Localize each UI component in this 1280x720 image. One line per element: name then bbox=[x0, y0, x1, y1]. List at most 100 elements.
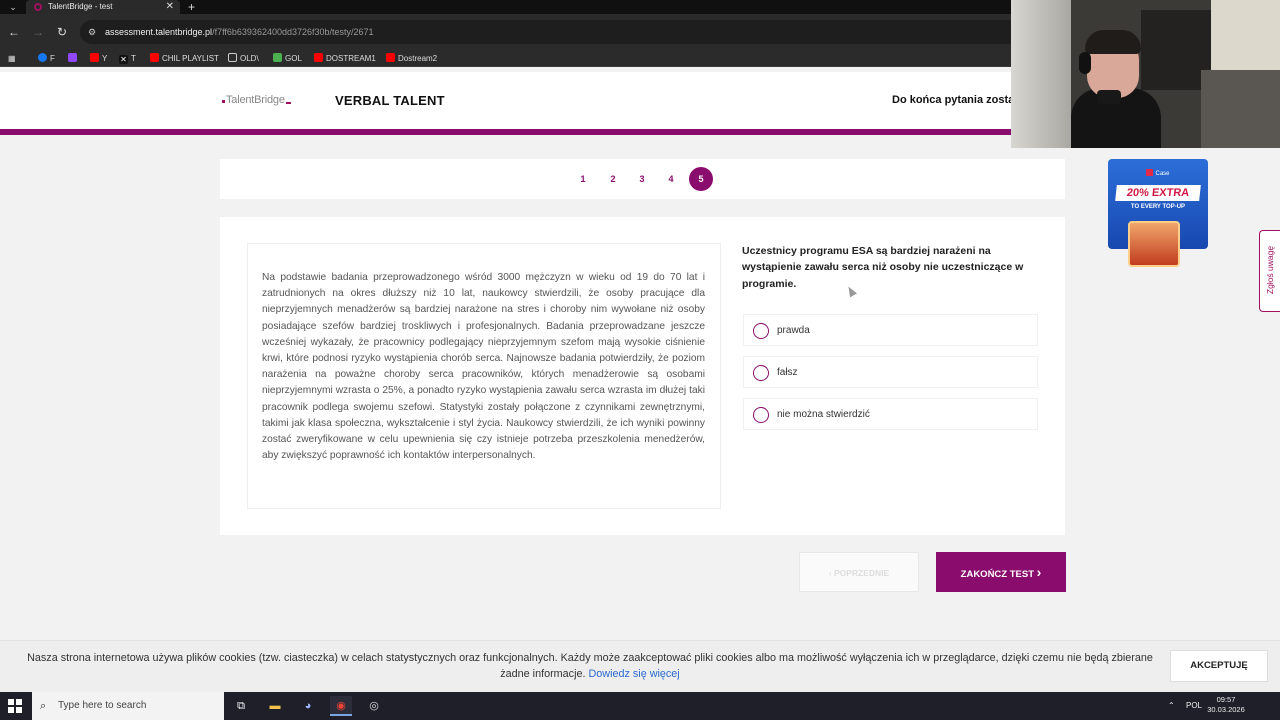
radio-button[interactable] bbox=[753, 407, 769, 423]
logo-bar-icon bbox=[285, 102, 291, 104]
question-nav-item-3[interactable]: 3 bbox=[630, 167, 654, 191]
cookie-learn-more-link[interactable]: Dowiedz się więcej bbox=[589, 668, 680, 680]
task-view-icon[interactable]: ⧉ bbox=[230, 696, 252, 716]
bookmark-label: F bbox=[50, 54, 55, 63]
bookmark-label: DOSTREAM1 bbox=[326, 54, 376, 63]
answer-option-false[interactable]: fałsz bbox=[743, 356, 1038, 388]
bookmark-label: GOL bbox=[285, 54, 302, 63]
x-logo-icon: ✕ bbox=[119, 55, 128, 64]
bookmark-folder-old[interactable]: OLD\ bbox=[228, 52, 259, 65]
logo-dot-icon bbox=[222, 100, 225, 103]
twitch-icon bbox=[68, 53, 77, 62]
language-indicator[interactable]: POL bbox=[1186, 700, 1202, 712]
ad-headline: 20% EXTRA bbox=[1115, 185, 1201, 201]
url-text[interactable]: assessment.talentbridge.pl/f7ff6b6393624… bbox=[105, 26, 374, 38]
bookmark-dostream1[interactable]: DOSTREAM1 bbox=[314, 52, 376, 65]
question-nav-item-4[interactable]: 4 bbox=[659, 167, 683, 191]
cookie-banner: Nasza strona internetowa używa plików co… bbox=[0, 640, 1280, 692]
reload-icon[interactable]: ↻ bbox=[54, 24, 70, 40]
tray-chevron-icon[interactable]: ⌃ bbox=[1168, 700, 1175, 712]
feedback-label: Zgłoś uwagę bbox=[1265, 245, 1275, 295]
back-arrow-icon[interactable]: ← bbox=[6, 24, 22, 40]
bookmark-dostream2[interactable]: Dostream2 bbox=[386, 52, 437, 65]
chevron-right-icon: › bbox=[1036, 564, 1042, 580]
option-label: prawda bbox=[777, 325, 810, 336]
answer-option-true[interactable]: prawda bbox=[743, 314, 1038, 346]
webcam-couch-bg bbox=[1201, 70, 1280, 148]
tab-close-icon[interactable]: ✕ bbox=[166, 0, 174, 14]
bookmark-chil-playlist[interactable]: CHIL PLAYLIST bbox=[150, 52, 219, 65]
windows-start-icon[interactable] bbox=[8, 699, 22, 713]
webcam-window-bg bbox=[1011, 0, 1071, 148]
gol-icon bbox=[273, 53, 282, 62]
apps-grid-icon[interactable]: ▦ bbox=[8, 52, 16, 65]
folder-icon bbox=[228, 53, 237, 62]
bookmark-gol[interactable]: GOL bbox=[273, 52, 302, 65]
discord-icon[interactable]: ◕ bbox=[297, 696, 319, 716]
webcam-person bbox=[1071, 28, 1161, 148]
option-label: nie można stwierdzić bbox=[777, 409, 870, 420]
bookmark-facebook[interactable]: F bbox=[38, 52, 55, 65]
bookmark-twitch[interactable] bbox=[68, 52, 80, 65]
answer-option-cannot-say[interactable]: nie można stwierdzić bbox=[743, 398, 1038, 430]
webcam-person-hair bbox=[1085, 30, 1141, 54]
search-icon: ⌕ bbox=[40, 700, 47, 712]
windows-taskbar: ⌕ Type here to search ⧉ ▬ ◕ ◉ ◎ ⌃ POL 09… bbox=[0, 692, 1280, 720]
option-label: fałsz bbox=[777, 367, 798, 378]
ad-gift-box-icon[interactable] bbox=[1128, 221, 1180, 267]
ad-brand-text: Case bbox=[1155, 171, 1170, 177]
question-statement: Uczestnicy programu ESA są bardziej nara… bbox=[742, 245, 1024, 290]
app-icon[interactable]: ◎ bbox=[363, 696, 385, 716]
file-explorer-icon[interactable]: ▬ bbox=[264, 696, 286, 716]
cookie-accept-button[interactable]: AKCEPTUJĘ bbox=[1170, 650, 1268, 682]
url-path: /f7ff6b639362400dd3726f30b/testy/2671 bbox=[212, 27, 374, 37]
finish-test-button[interactable]: ZAKOŃCZ TEST › bbox=[936, 552, 1066, 592]
logo-text: TalentBridge bbox=[226, 94, 285, 106]
passage-text: Na podstawie badania przeprowadzonego wś… bbox=[262, 272, 705, 462]
previous-button[interactable]: ‹ POPRZEDNIE bbox=[799, 552, 919, 592]
clock-date: 30.03.2026 bbox=[1207, 705, 1245, 714]
tab-title: TalentBridge - test bbox=[48, 2, 113, 11]
facebook-icon bbox=[38, 53, 47, 62]
address-bar[interactable]: ⚙ assessment.talentbridge.pl/f7ff6b63936… bbox=[80, 20, 1020, 44]
bookmark-label: OLD\ bbox=[240, 54, 259, 63]
youtube-icon bbox=[386, 53, 395, 62]
chrome-icon[interactable]: ◉ bbox=[330, 696, 352, 716]
section-title: VERBAL TALENT bbox=[335, 93, 445, 108]
headset-icon bbox=[1079, 52, 1091, 74]
radio-button[interactable] bbox=[753, 365, 769, 381]
ad-brand-logo-icon bbox=[1146, 169, 1154, 176]
bookmark-label: Dostream2 bbox=[398, 54, 438, 63]
chevron-left-icon: ‹ bbox=[828, 568, 832, 578]
youtube-icon bbox=[90, 53, 99, 62]
site-info-icon[interactable]: ⚙ bbox=[88, 26, 100, 38]
search-placeholder: Type here to search bbox=[58, 700, 147, 711]
question-nav-item-5[interactable]: 5 bbox=[689, 167, 713, 191]
question-nav-item-1[interactable]: 1 bbox=[571, 167, 595, 191]
browser-tab[interactable]: TalentBridge - test ✕ bbox=[26, 0, 180, 14]
bookmark-label: T bbox=[131, 54, 136, 63]
youtube-icon bbox=[150, 53, 159, 62]
talentbridge-logo[interactable]: TalentBridge bbox=[222, 94, 291, 106]
finish-label: ZAKOŃCZ TEST bbox=[960, 569, 1035, 580]
bookmark-x[interactable]: ✕ T bbox=[119, 52, 136, 65]
previous-label: POPRZEDNIE bbox=[833, 568, 890, 578]
cookie-text: Nasza strona internetowa używa plików co… bbox=[20, 650, 1160, 682]
taskbar-clock[interactable]: 09:57 30.03.2026 bbox=[1202, 695, 1250, 715]
microphone-icon bbox=[1097, 90, 1121, 104]
question-nav-item-2[interactable]: 2 bbox=[601, 167, 625, 191]
youtube-icon bbox=[314, 53, 323, 62]
time-remaining-label: Do końca pytania zosta bbox=[892, 94, 1015, 106]
new-tab-button[interactable]: + bbox=[188, 0, 195, 14]
bookmark-label: Y bbox=[102, 54, 108, 63]
forward-arrow-icon[interactable]: → bbox=[30, 24, 46, 40]
talentbridge-favicon-icon bbox=[34, 3, 42, 11]
url-host: assessment.talentbridge.pl bbox=[105, 27, 213, 37]
bookmark-label: CHIL PLAYLIST bbox=[162, 54, 219, 63]
radio-button[interactable] bbox=[753, 323, 769, 339]
bookmark-youtube[interactable]: Y bbox=[90, 52, 107, 65]
taskbar-search-box[interactable]: ⌕ Type here to search bbox=[32, 692, 224, 720]
tab-search-icon[interactable]: ⌄ bbox=[4, 1, 22, 13]
ad-brand: Case bbox=[1108, 169, 1208, 177]
feedback-side-tab[interactable]: Zgłoś uwagę bbox=[1259, 230, 1280, 312]
